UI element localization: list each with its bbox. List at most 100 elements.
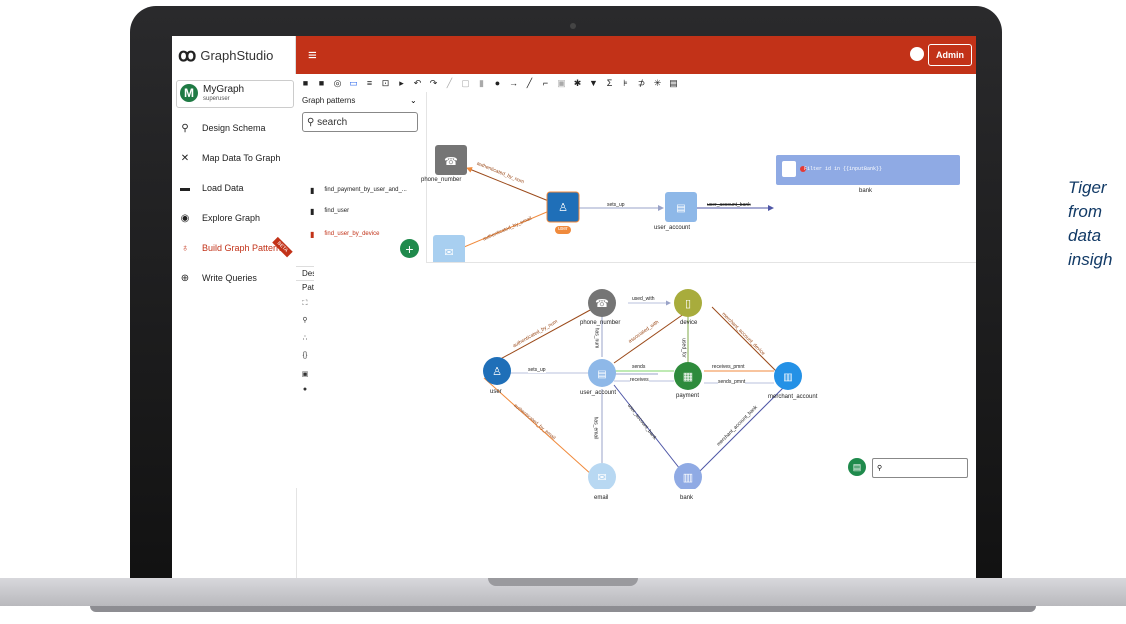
document-button[interactable]: ▤ bbox=[848, 458, 866, 476]
pattern-item-active[interactable]: ▮ find_user_by_device bbox=[310, 227, 379, 241]
trash-bank-icon bbox=[782, 161, 796, 177]
email-icon: ✉ bbox=[444, 247, 453, 259]
side-caption: Tiger from data insigh bbox=[1068, 176, 1112, 272]
edge-label-user-account-bank: user_account_bank bbox=[707, 202, 751, 208]
edge-label: sends bbox=[632, 364, 646, 370]
toolbar-button-10[interactable]: ▢ bbox=[459, 78, 472, 89]
admin-button[interactable]: Admin bbox=[928, 44, 972, 66]
pattern-item[interactable]: ▮ find_user bbox=[310, 204, 349, 218]
nav-label: Map Data To Graph bbox=[202, 153, 281, 163]
nav-label: Load Data bbox=[202, 183, 244, 193]
edge-label: has_num bbox=[593, 327, 600, 349]
toolbar-button-2[interactable]: ◎ bbox=[331, 78, 344, 89]
label-merchant-account: merchant_account bbox=[768, 394, 818, 400]
toolbar-button-14[interactable]: ╱ bbox=[523, 78, 536, 89]
pattern-item[interactable]: ▮ find_payment_by_user_and_... bbox=[310, 183, 407, 197]
user-icon: ♙ bbox=[492, 366, 502, 378]
nav-explore-graph[interactable]: ◉ Explore Graph bbox=[172, 207, 296, 229]
label-email: email bbox=[594, 495, 609, 501]
graph-selector[interactable]: M MyGraph superuser bbox=[176, 80, 294, 108]
alert-icon[interactable]: ● bbox=[300, 386, 310, 393]
schema-canvas[interactable]: ☎ ▯ ♙ ▤ ▦ ▥ ✉ ▥ phone_number device user… bbox=[314, 263, 976, 501]
pattern-label: find_user_by_device bbox=[324, 231, 380, 237]
trash-icon[interactable]: ▮ bbox=[310, 230, 314, 239]
caption-line: data bbox=[1068, 226, 1102, 245]
toolbar-button-12[interactable]: ● bbox=[491, 78, 504, 88]
toolbar-button-19[interactable]: Σ bbox=[603, 78, 616, 88]
toolbar-button-3[interactable]: ▭ bbox=[347, 78, 360, 89]
globe-icon: ⊕ bbox=[180, 272, 190, 284]
label-user: user bbox=[490, 389, 502, 395]
edge-label: receives bbox=[630, 377, 649, 383]
patterns-header[interactable]: Graph patterns bbox=[302, 96, 355, 105]
bulb-icon: ♁ bbox=[181, 242, 189, 254]
toolbar-button-22[interactable]: ✳ bbox=[651, 78, 664, 89]
graph-name: MyGraph bbox=[203, 84, 245, 95]
toolbar-button-13[interactable]: → bbox=[507, 78, 520, 88]
toolbar-button-7[interactable]: ↶ bbox=[411, 78, 424, 89]
nav-label: Design Schema bbox=[202, 123, 266, 133]
toolbar-button-4[interactable]: ≡ bbox=[363, 78, 376, 88]
graph-role: superuser bbox=[203, 96, 230, 102]
edge-label: sets_up bbox=[528, 367, 546, 373]
nav-label: Build Graph Patterns bbox=[202, 243, 286, 253]
graphstudio-logo-icon: ꝏ bbox=[178, 44, 197, 65]
device-icon: ▯ bbox=[685, 298, 691, 310]
trash-icon[interactable]: ▮ bbox=[310, 186, 314, 195]
account-icon: ▤ bbox=[676, 203, 685, 214]
toolbar-button-6[interactable]: ▸ bbox=[395, 78, 408, 89]
edge-line[interactable] bbox=[613, 310, 689, 364]
laptop-base bbox=[0, 578, 1126, 624]
user-icon: ♙ bbox=[558, 202, 568, 214]
nav-build-graph-patterns[interactable]: ♁ Build Graph Patterns BETA bbox=[172, 236, 296, 259]
schema-icon[interactable]: ⚲ bbox=[300, 316, 310, 324]
sidebar: M MyGraph superuser ⚲ Design Schema ✕ Ma… bbox=[172, 74, 297, 584]
patterns-panel: Graph patterns ⌄ ⚲ search ▮ find_payment… bbox=[296, 92, 427, 266]
edge-label: used_with bbox=[632, 296, 655, 302]
pattern-search-input[interactable]: ⚲ search bbox=[302, 112, 418, 132]
brand[interactable]: ꝏ GraphStudio bbox=[172, 36, 296, 74]
toolbar-button-9[interactable]: ╱ bbox=[443, 78, 456, 89]
email-icon: ✉ bbox=[597, 472, 606, 484]
toolbar-button-21[interactable]: ⊅ bbox=[635, 78, 648, 89]
tool-strip: ⛶ ⚲ ∴ {} ▣ ● bbox=[296, 294, 315, 488]
pattern-canvas[interactable]: ☎ ✉ ♙ ▤ phone_number user_account email … bbox=[421, 92, 976, 275]
nav-label: Explore Graph bbox=[202, 213, 261, 223]
label-bank: bank bbox=[680, 495, 694, 501]
nav-design-schema[interactable]: ⚲ Design Schema bbox=[172, 117, 296, 139]
toolbar-button-8[interactable]: ↷ bbox=[427, 78, 440, 89]
select-icon[interactable]: ⛶ bbox=[300, 300, 310, 308]
label-phone-number: phone_number bbox=[580, 320, 621, 326]
braces-icon[interactable]: {} bbox=[300, 352, 310, 359]
nav-write-queries[interactable]: ⊕ Write Queries bbox=[172, 267, 296, 289]
copy-icon[interactable]: ▣ bbox=[300, 370, 310, 378]
laptop-notch bbox=[488, 578, 638, 586]
phone-icon: ☎ bbox=[595, 298, 609, 310]
toolbar-button-5[interactable]: ⊡ bbox=[379, 78, 392, 89]
nav-load-data[interactable]: ▬ Load Data bbox=[172, 177, 296, 199]
menu-icon[interactable]: ≡ bbox=[308, 47, 317, 64]
toolbar-button-20[interactable]: ⊧ bbox=[619, 78, 632, 89]
toolbar-button-23[interactable]: ▤ bbox=[667, 78, 680, 89]
search-icon: ⚲ bbox=[307, 116, 318, 128]
chevron-down-icon[interactable]: ⌄ bbox=[410, 96, 417, 105]
trash-icon[interactable]: ▮ bbox=[310, 207, 314, 216]
toolbar-button-0[interactable]: ■ bbox=[299, 78, 312, 88]
toolbar-button-17[interactable]: ✱ bbox=[571, 78, 584, 89]
toolbar-button-18[interactable]: ▼ bbox=[587, 78, 600, 88]
add-pattern-button[interactable]: + bbox=[400, 239, 419, 258]
search-icon: ⚲ bbox=[877, 465, 883, 472]
toolbar-button-15[interactable]: ⌐ bbox=[539, 78, 552, 88]
edge-label-sets-up: sets_up bbox=[607, 202, 625, 208]
caption-line: Tiger bbox=[1068, 178, 1107, 197]
toolbar-button-11[interactable]: ▮ bbox=[475, 78, 488, 89]
user-avatar-icon[interactable] bbox=[910, 47, 924, 61]
label-user-account: user_account bbox=[654, 225, 691, 231]
toolbar-button-1[interactable]: ■ bbox=[315, 78, 328, 88]
layout-icon[interactable]: ∴ bbox=[300, 334, 310, 342]
nav-map-data[interactable]: ✕ Map Data To Graph bbox=[172, 147, 296, 169]
edge-label: receives_pmnt bbox=[712, 364, 745, 370]
caption-line: from bbox=[1068, 202, 1102, 221]
canvas-search-input[interactable]: ⚲ bbox=[872, 458, 968, 478]
toolbar-button-16[interactable]: ▣ bbox=[555, 78, 568, 89]
